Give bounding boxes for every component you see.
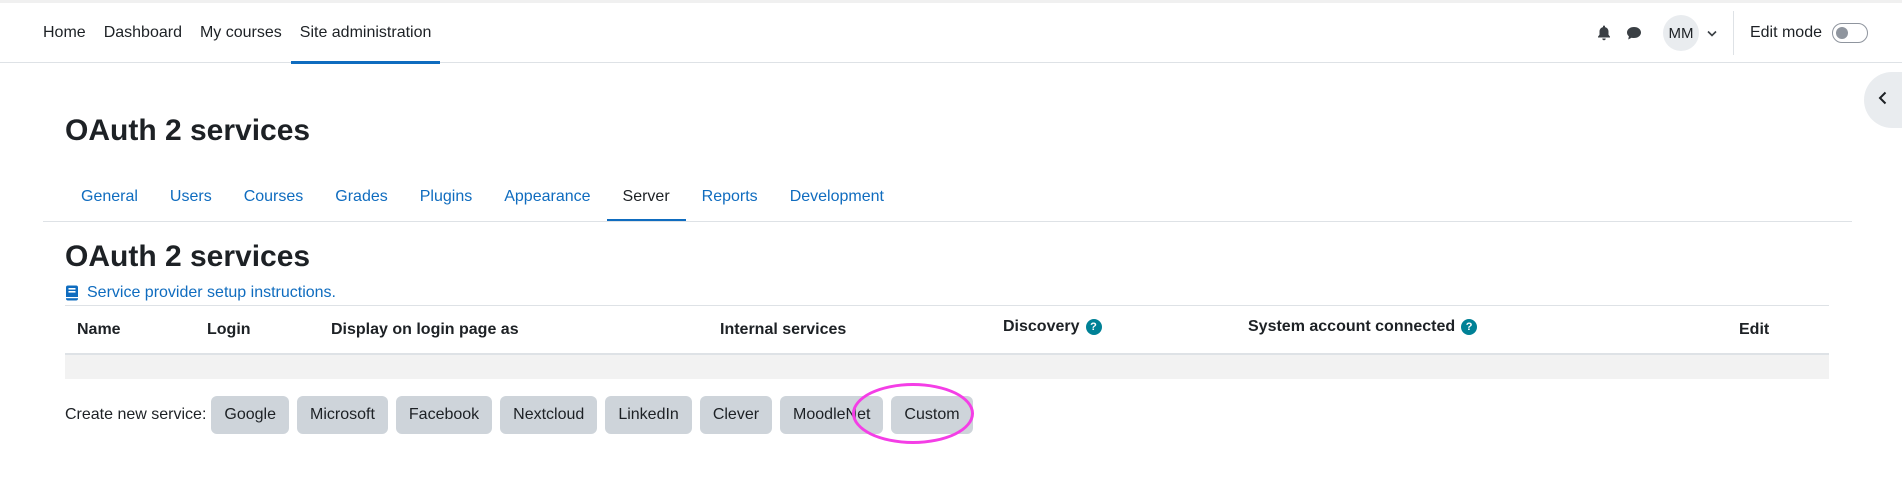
edit-mode-label: Edit mode (1749, 24, 1822, 41)
nav-dashboard[interactable]: Dashboard (95, 3, 191, 63)
column-header-internal-services: Internal services (720, 321, 847, 338)
create-new-service-bar: Create new service: Google Microsoft Fac… (65, 396, 981, 434)
section-heading: OAuth 2 services (65, 240, 311, 273)
edit-mode-control: Edit mode (1750, 23, 1868, 43)
chevron-down-icon (1707, 30, 1717, 37)
create-facebook-button[interactable]: Facebook (395, 396, 493, 434)
tab-development[interactable]: Development (774, 172, 900, 222)
system-account-label: System account connected (1248, 318, 1456, 335)
table-empty-row (65, 355, 1829, 379)
create-nextcloud-button[interactable]: Nextcloud (500, 396, 598, 434)
nav-my-courses[interactable]: My courses (191, 3, 291, 63)
create-linkedin-button[interactable]: LinkedIn (605, 396, 692, 434)
column-header-system-account: System account connected ? (1248, 303, 1478, 351)
create-moodlenet-button[interactable]: MoodleNet (780, 396, 884, 434)
column-header-login: Login (207, 321, 251, 338)
primary-navigation: Home Dashboard My courses Site administr… (34, 3, 441, 64)
tabs-divider (43, 221, 1852, 222)
tab-plugins[interactable]: Plugins (404, 172, 488, 222)
page-title: OAuth 2 services (65, 114, 311, 147)
nav-home[interactable]: Home (34, 3, 95, 63)
column-header-display: Display on login page as (331, 321, 519, 338)
create-clever-button[interactable]: Clever (699, 396, 773, 434)
create-google-button[interactable]: Google (211, 396, 289, 434)
tab-general[interactable]: General (65, 172, 154, 222)
create-new-service-label: Create new service: (65, 406, 207, 423)
avatar: MM (1662, 15, 1699, 51)
notifications-bell-icon[interactable] (1589, 18, 1619, 48)
discovery-help-icon[interactable]: ? (1085, 319, 1102, 335)
tab-server[interactable]: Server (606, 172, 686, 222)
chevron-left-icon (1878, 91, 1887, 110)
column-header-edit: Edit (1739, 321, 1770, 338)
tab-appearance[interactable]: Appearance (488, 172, 606, 222)
messages-chat-icon[interactable] (1619, 18, 1649, 48)
book-icon (65, 285, 79, 301)
tab-courses[interactable]: Courses (228, 172, 320, 222)
service-provider-setup-link[interactable]: Service provider setup instructions. (65, 284, 336, 302)
edit-mode-toggle[interactable] (1832, 23, 1868, 43)
column-header-discovery: Discovery ? (1003, 303, 1102, 351)
admin-secondary-navigation: General Users Courses Grades Plugins App… (65, 172, 900, 222)
toggle-knob (1836, 27, 1848, 39)
tab-users[interactable]: Users (154, 172, 228, 222)
setup-link-text: Service provider setup instructions. (87, 284, 336, 301)
system-account-help-icon[interactable]: ? (1461, 319, 1478, 335)
create-custom-button[interactable]: Custom (891, 396, 973, 434)
discovery-label: Discovery (1003, 318, 1080, 335)
tab-reports[interactable]: Reports (686, 172, 774, 222)
oauth2-services-table: Name Login Display on login page as Inte… (65, 305, 1829, 379)
top-navbar: Home Dashboard My courses Site administr… (0, 0, 1902, 64)
table-header-row: Name Login Display on login page as Inte… (65, 305, 1829, 355)
create-microsoft-button[interactable]: Microsoft (296, 396, 388, 434)
navbar-divider (1732, 11, 1734, 55)
tab-grades[interactable]: Grades (319, 172, 403, 222)
column-header-name: Name (77, 321, 121, 338)
user-menu-toggle[interactable]: MM (1662, 15, 1717, 51)
user-navigation: MM Edit mode (1589, 3, 1868, 63)
nav-site-administration[interactable]: Site administration (290, 3, 441, 64)
open-block-drawer-button[interactable] (1864, 72, 1902, 128)
